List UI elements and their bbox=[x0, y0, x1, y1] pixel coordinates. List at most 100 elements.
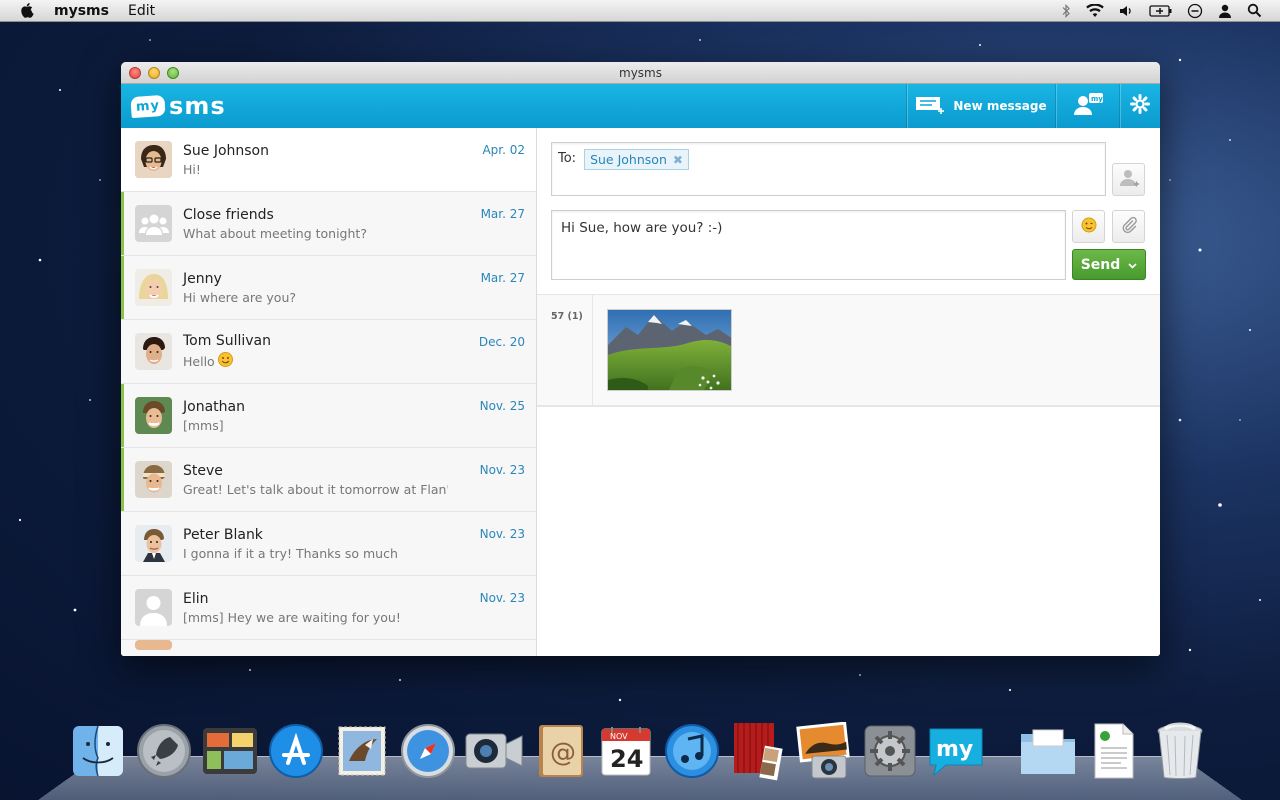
mms-image-thumbnail[interactable] bbox=[607, 309, 732, 391]
iphoto-icon[interactable] bbox=[794, 720, 854, 782]
conversation-date: Nov. 23 bbox=[479, 591, 525, 605]
remove-recipient-icon[interactable]: ✖ bbox=[673, 153, 683, 167]
volume-icon[interactable] bbox=[1119, 4, 1135, 18]
menu-bar: mysms Edit bbox=[0, 0, 1280, 22]
conversation-list: Sue Johnson Hi! Apr. 02 Close friends Wh… bbox=[121, 128, 537, 656]
recipient-chip[interactable]: Sue Johnson ✖ bbox=[584, 149, 689, 170]
window-close-button[interactable] bbox=[129, 67, 141, 79]
new-message-button[interactable]: New message bbox=[906, 84, 1055, 128]
trash-icon[interactable] bbox=[1150, 720, 1210, 782]
add-person-icon bbox=[1119, 168, 1139, 192]
conversation-item[interactable]: Jonathan [mms] Nov. 25 bbox=[121, 384, 536, 448]
conversation-item[interactable]: Elin [mms] Hey we are waiting for you! N… bbox=[121, 576, 536, 640]
finder-icon[interactable] bbox=[68, 720, 128, 782]
app-store-icon[interactable] bbox=[266, 720, 326, 782]
documents-folder-icon[interactable] bbox=[1018, 720, 1078, 782]
facetime-icon[interactable] bbox=[464, 720, 524, 782]
mysms-logo: my sms bbox=[130, 92, 226, 120]
window-zoom-button[interactable] bbox=[167, 67, 179, 79]
emoji-button[interactable] bbox=[1072, 210, 1105, 243]
user-icon[interactable] bbox=[1217, 3, 1233, 19]
add-contact-button[interactable] bbox=[1112, 163, 1145, 196]
message-meta: 57 (1) bbox=[537, 295, 593, 405]
svg-text:my: my bbox=[1091, 95, 1103, 103]
new-message-label: New message bbox=[953, 99, 1047, 113]
conversation-item[interactable]: Close friends What about meeting tonight… bbox=[121, 192, 536, 256]
gear-icon bbox=[1130, 94, 1150, 118]
message-tools bbox=[1072, 210, 1146, 243]
settings-button[interactable] bbox=[1119, 84, 1160, 128]
contacts-icon[interactable]: @ bbox=[530, 720, 590, 782]
do-not-disturb-icon[interactable] bbox=[1187, 3, 1203, 19]
preview-text: Great! Let's talk about it tomorrow at F… bbox=[183, 481, 448, 497]
photo-booth-icon[interactable] bbox=[728, 720, 788, 782]
compose-area: To: Sue Johnson ✖ Hi Sue, how are you? :… bbox=[537, 128, 1160, 280]
preview-text: What about meeting tonight? bbox=[183, 225, 367, 241]
app-window: mysms my sms New message my Sue Johnson … bbox=[121, 62, 1160, 656]
conversation-preview: [mms] Hey we are waiting for you! bbox=[183, 610, 448, 625]
person-placeholder-icon bbox=[135, 589, 172, 626]
document-file-icon[interactable] bbox=[1084, 720, 1144, 782]
conversation-item[interactable]: Jenny Hi where are you? Mar. 27 bbox=[121, 256, 536, 320]
app-toolbar: my sms New message my bbox=[121, 84, 1160, 128]
conversation-preview: Hi where are you? bbox=[183, 290, 448, 305]
window-minimize-button[interactable] bbox=[148, 67, 160, 79]
conversation-item[interactable]: Steve Great! Let's talk about it tomorro… bbox=[121, 448, 536, 512]
conversation-date: Mar. 27 bbox=[480, 207, 525, 221]
mysms-icon[interactable]: my bbox=[926, 720, 986, 782]
conversation-preview: Hi! bbox=[183, 162, 448, 177]
launchpad-icon[interactable] bbox=[134, 720, 194, 782]
toolbar-actions: New message my bbox=[906, 84, 1160, 128]
send-label: Send bbox=[1080, 256, 1121, 273]
chevron-down-icon[interactable] bbox=[1128, 257, 1137, 273]
window-titlebar[interactable]: mysms bbox=[121, 62, 1160, 84]
spotlight-search-icon[interactable] bbox=[1247, 3, 1262, 18]
apple-menu-icon[interactable] bbox=[18, 2, 38, 19]
conversation-item[interactable]: Sue Johnson Hi! Apr. 02 bbox=[121, 128, 536, 192]
mail-icon[interactable] bbox=[332, 720, 392, 782]
message-row: Hi Sue, how are you? :-) Send bbox=[551, 210, 1146, 280]
conversation-item[interactable]: Tom Sullivan Hello Dec. 20 bbox=[121, 320, 536, 384]
calendar-day: 24 bbox=[610, 745, 643, 773]
mission-control-icon[interactable] bbox=[200, 720, 260, 782]
message-body bbox=[593, 295, 746, 405]
battery-icon[interactable] bbox=[1149, 4, 1173, 18]
avatar bbox=[135, 461, 172, 498]
conversation-preview: I gonna if it a try! Thanks so much bbox=[183, 546, 448, 561]
bluetooth-icon[interactable] bbox=[1061, 3, 1071, 18]
svg-text:@: @ bbox=[550, 738, 576, 768]
smiley-icon bbox=[217, 352, 233, 370]
menu-app-name[interactable]: mysms bbox=[54, 3, 109, 19]
conversation-item-partial[interactable] bbox=[121, 640, 536, 656]
contacts-button[interactable]: my bbox=[1055, 84, 1119, 128]
safari-icon[interactable] bbox=[398, 720, 458, 782]
send-button[interactable]: Send bbox=[1072, 249, 1146, 280]
menu-edit[interactable]: Edit bbox=[128, 3, 155, 19]
preview-text: Hello bbox=[183, 353, 215, 369]
system-preferences-icon[interactable] bbox=[860, 720, 920, 782]
message-actions: Send bbox=[1072, 210, 1146, 280]
avatar bbox=[135, 141, 172, 178]
message-thread: 57 (1) bbox=[537, 294, 1160, 407]
conversation-item[interactable]: Peter Blank I gonna if it a try! Thanks … bbox=[121, 512, 536, 576]
logo-badge: my bbox=[130, 94, 166, 118]
avatar bbox=[135, 525, 172, 562]
recipient-field[interactable]: To: Sue Johnson ✖ bbox=[551, 142, 1106, 196]
itunes-icon[interactable] bbox=[662, 720, 722, 782]
wifi-icon[interactable] bbox=[1085, 3, 1105, 18]
attach-button[interactable] bbox=[1112, 210, 1145, 243]
calendar-month: NOV bbox=[610, 732, 628, 741]
avatar bbox=[135, 269, 172, 306]
recipient-chip-label: Sue Johnson bbox=[590, 152, 667, 167]
calendar-icon[interactable]: NOV 24 bbox=[596, 720, 656, 782]
group-icon bbox=[135, 205, 172, 242]
conversation-preview: Hello bbox=[183, 352, 448, 370]
logo-text: sms bbox=[169, 92, 226, 120]
conversation-date: Mar. 27 bbox=[480, 271, 525, 285]
paperclip-icon bbox=[1120, 216, 1138, 238]
message-input[interactable]: Hi Sue, how are you? :-) bbox=[551, 210, 1066, 280]
menu-status-area bbox=[1061, 3, 1262, 19]
conversation-date: Nov. 25 bbox=[479, 399, 525, 413]
conversation-date: Apr. 02 bbox=[482, 143, 525, 157]
main-content: Sue Johnson Hi! Apr. 02 Close friends Wh… bbox=[121, 128, 1160, 656]
